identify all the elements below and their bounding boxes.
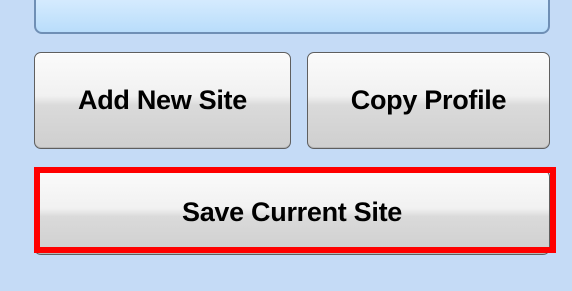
- add-new-site-button[interactable]: Add New Site: [34, 52, 291, 149]
- copy-profile-label: Copy Profile: [350, 85, 507, 115]
- save-current-site-button[interactable]: Save Current Site: [34, 170, 550, 255]
- add-new-site-label: Add New Site: [78, 85, 247, 115]
- save-current-site-label: Save Current Site: [182, 197, 402, 227]
- copy-profile-button[interactable]: Copy Profile: [307, 52, 550, 149]
- top-panel: [34, 0, 550, 34]
